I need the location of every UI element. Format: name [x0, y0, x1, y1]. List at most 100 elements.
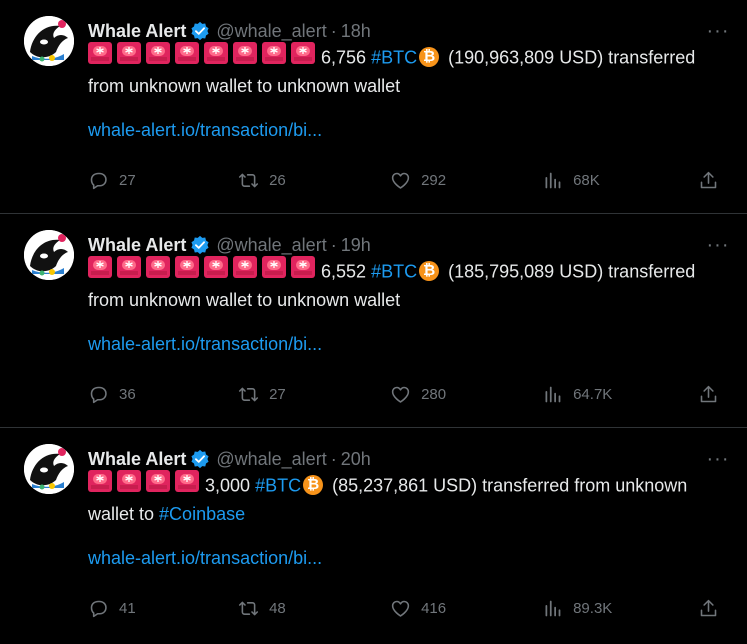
- police-siren-icon: [175, 470, 199, 499]
- police-siren-icon: [117, 42, 141, 71]
- tweet-actions: 36 27 280 64.7K: [88, 382, 729, 406]
- police-siren-icon: [146, 256, 170, 285]
- views-button[interactable]: 64.7K: [542, 384, 698, 405]
- retweet-count: 27: [269, 385, 286, 403]
- police-siren-icon: [117, 256, 141, 285]
- avatar[interactable]: [24, 16, 74, 66]
- reply-button[interactable]: 27: [88, 170, 238, 191]
- btc-amount: 6,552: [321, 261, 367, 282]
- tweet-text-line2: from unknown wallet to unknown wallet: [88, 290, 401, 310]
- retweet-icon: [239, 387, 259, 401]
- bitcoin-icon: ₿: [419, 46, 440, 67]
- like-button[interactable]: 280: [390, 384, 542, 405]
- share-icon: [700, 599, 717, 616]
- author-handle[interactable]: @whale_alert: [216, 235, 326, 256]
- tweet-header: Whale Alert @whale_alert · 18h: [88, 18, 371, 44]
- tweet-hashtag-btc[interactable]: #BTC: [255, 475, 301, 495]
- share-button[interactable]: [698, 384, 729, 405]
- author-name[interactable]: Whale Alert: [88, 235, 186, 256]
- tweet-text: 6,756 #BTC ₿ (190,963,809 USD) transferre…: [88, 42, 729, 99]
- tweet-text: 6,552 #BTC ₿ (185,795,089 USD) transferre…: [88, 256, 729, 313]
- author-handle[interactable]: @whale_alert: [216, 449, 326, 470]
- separator-dot: ·: [330, 448, 337, 469]
- police-siren-icon: [88, 42, 112, 71]
- tweet-timestamp[interactable]: 19h: [341, 235, 371, 256]
- retweet-count: 48: [269, 599, 286, 617]
- avatar[interactable]: [24, 230, 74, 280]
- tweet-timestamp[interactable]: 20h: [341, 449, 371, 470]
- more-icon[interactable]: ···: [707, 20, 729, 42]
- retweet-count: 26: [269, 171, 286, 189]
- more-icon[interactable]: ···: [707, 234, 729, 256]
- more-icon[interactable]: ···: [707, 448, 729, 470]
- separator-dot: ·: [330, 234, 337, 255]
- heart-icon: [391, 600, 410, 617]
- reply-button[interactable]: 41: [88, 598, 238, 619]
- siren-emoji-row: [88, 42, 315, 71]
- tweet-hashtag-btc[interactable]: #BTC: [371, 47, 417, 67]
- reply-count: 27: [119, 171, 136, 189]
- verified-badge-icon: [191, 235, 209, 255]
- share-icon: [700, 385, 717, 402]
- tweet-timestamp[interactable]: 18h: [341, 21, 371, 42]
- share-button[interactable]: [698, 598, 729, 619]
- transaction-link[interactable]: whale-alert.io/transaction/bi...: [88, 548, 322, 569]
- verified-badge-icon: [191, 21, 209, 41]
- like-button[interactable]: 292: [390, 170, 542, 191]
- heart-icon: [391, 386, 410, 403]
- tweet[interactable]: Whale Alert @whale_alert · 18h ··· 6,756…: [0, 0, 747, 214]
- views-icon: [545, 600, 561, 616]
- tweet[interactable]: Whale Alert @whale_alert · 19h ··· 6,552…: [0, 214, 747, 428]
- avatar[interactable]: [24, 444, 74, 494]
- transaction-link[interactable]: whale-alert.io/transaction/bi...: [88, 334, 322, 355]
- tweet-actions: 41 48 416 89.3K: [88, 596, 729, 620]
- bitcoin-icon: ₿: [419, 260, 440, 281]
- reply-icon: [90, 600, 107, 617]
- retweet-button[interactable]: 27: [238, 384, 390, 405]
- verified-badge-icon: [191, 449, 209, 469]
- police-siren-icon: [175, 256, 199, 285]
- police-siren-icon: [233, 256, 257, 285]
- police-siren-icon: [291, 256, 315, 285]
- views-count: 68K: [573, 171, 600, 189]
- usd-value-text: (190,963,809 USD) transferred: [448, 47, 696, 68]
- tweet-feed: Whale Alert @whale_alert · 18h ··· 6,756…: [0, 0, 747, 642]
- author-name[interactable]: Whale Alert: [88, 449, 186, 470]
- police-siren-icon: [262, 42, 286, 71]
- views-button[interactable]: 89.3K: [542, 598, 698, 619]
- reply-count: 41: [119, 599, 136, 617]
- reply-icon: [90, 172, 107, 189]
- siren-emoji-row: [88, 256, 315, 285]
- tweet-hashtag-coinbase[interactable]: #Coinbase: [159, 504, 245, 524]
- author-handle[interactable]: @whale_alert: [216, 21, 326, 42]
- like-count: 280: [421, 385, 447, 403]
- retweet-icon: [239, 173, 259, 187]
- retweet-button[interactable]: 48: [238, 598, 390, 619]
- share-button[interactable]: [698, 170, 729, 191]
- tweet-header: Whale Alert @whale_alert · 19h: [88, 232, 371, 258]
- police-siren-icon: [146, 42, 170, 71]
- retweet-button[interactable]: 26: [238, 170, 390, 191]
- views-icon: [545, 172, 561, 188]
- siren-emoji-row: [88, 470, 199, 499]
- tweet-hashtag-btc[interactable]: #BTC: [371, 261, 417, 281]
- transaction-link[interactable]: whale-alert.io/transaction/bi...: [88, 120, 322, 141]
- tweet-text-line2: from unknown wallet to unknown wallet: [88, 76, 401, 96]
- police-siren-icon: [146, 470, 170, 499]
- police-siren-icon: [262, 256, 286, 285]
- police-siren-icon: [175, 42, 199, 71]
- tweet-text-line2: wallet to: [88, 504, 160, 524]
- reply-button[interactable]: 36: [88, 384, 238, 405]
- btc-amount: 3,000: [205, 475, 251, 496]
- views-count: 64.7K: [573, 385, 613, 403]
- tweet[interactable]: Whale Alert @whale_alert · 20h ··· 3,000…: [0, 428, 747, 642]
- bitcoin-icon: ₿: [303, 474, 324, 495]
- like-count: 292: [421, 171, 447, 189]
- usd-value-text: (85,237,861 USD) transferred from unknow…: [332, 475, 688, 496]
- police-siren-icon: [233, 42, 257, 71]
- police-siren-icon: [88, 470, 112, 499]
- author-name[interactable]: Whale Alert: [88, 21, 186, 42]
- views-button[interactable]: 68K: [542, 170, 698, 191]
- heart-icon: [391, 172, 410, 189]
- like-button[interactable]: 416: [390, 598, 542, 619]
